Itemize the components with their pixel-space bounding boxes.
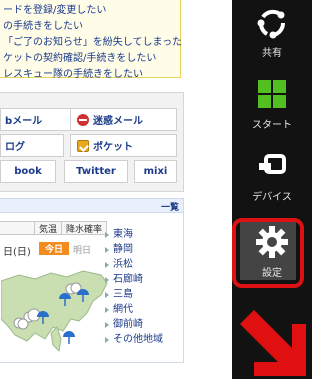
pocket-button[interactable]: ポケット: [70, 134, 177, 157]
share-icon: [252, 2, 292, 42]
weather-widget: 一覧 気温 降水確率 日(日) 今日 明日 東海 静岡 浜松 石廊崎 三島 網代…: [0, 198, 184, 363]
spam-mail-label: 迷惑メール: [93, 116, 143, 127]
today-button[interactable]: 今日: [39, 242, 69, 255]
izu-peninsula: [50, 326, 62, 353]
triangle-right-icon: [105, 291, 109, 298]
pocket-icon: [77, 139, 89, 152]
region-label: 東海: [113, 229, 133, 240]
region-link-shizuoka[interactable]: 静岡: [105, 242, 163, 257]
mixi-label: mixi: [143, 166, 168, 177]
weather-map[interactable]: [1, 261, 109, 357]
region-link-other[interactable]: その他地域: [105, 332, 163, 347]
notice-link-procedure[interactable]: の手続きをしたい: [3, 17, 83, 32]
mixi-button[interactable]: mixi: [134, 160, 177, 183]
triangle-right-icon: [105, 246, 109, 253]
share-charm[interactable]: 共有: [232, 2, 312, 74]
notice-link-pocket-contract[interactable]: ケットの契約確認/手続きをしたい: [3, 49, 156, 64]
region-label: 御前崎: [113, 319, 143, 330]
service-links-panel: bメール 迷惑メール ログ ポケット book Twitter mixi: [0, 92, 184, 192]
region-label: 静岡: [113, 244, 133, 255]
devices-icon: [252, 146, 292, 186]
notice-link-lost-notice[interactable]: 「ご了のお知らせ」を紛失してしまった: [3, 33, 182, 48]
settings-highlight-frame: [232, 218, 304, 288]
region-label: 石廊崎: [113, 274, 143, 285]
start-label: スタート: [252, 120, 292, 131]
twitter-button[interactable]: Twitter: [64, 160, 128, 183]
weather-list-link[interactable]: 一覧: [161, 200, 179, 213]
web-page: ードを登録/変更したい の手続きをしたい 「ご了のお知らせ」を紛失してしまった …: [0, 0, 232, 379]
region-label: その他地域: [113, 334, 163, 345]
region-link-ajiro[interactable]: 網代: [105, 302, 163, 317]
start-charm[interactable]: スタート: [232, 74, 312, 146]
umbrella-icon: [63, 331, 75, 344]
weather-header: 一覧: [0, 199, 183, 213]
no-entry-icon: [77, 113, 89, 126]
pocket-label: ポケット: [93, 142, 133, 153]
triangle-right-icon: [105, 336, 109, 343]
tab-precipitation[interactable]: 降水確率: [62, 221, 108, 235]
spam-mail-button[interactable]: 迷惑メール: [70, 108, 177, 131]
windows-logo-icon: [252, 74, 292, 114]
region-label: 浜松: [113, 259, 133, 270]
share-label: 共有: [262, 48, 282, 59]
triangle-right-icon: [105, 306, 109, 313]
notice-link-card[interactable]: ードを登録/変更したい: [3, 1, 106, 16]
facebook-button[interactable]: book: [0, 160, 56, 183]
devices-label: デバイス: [252, 192, 292, 203]
blog-label: ログ: [5, 142, 25, 153]
triangle-right-icon: [105, 276, 109, 283]
region-link-hamamatsu[interactable]: 浜松: [105, 257, 163, 272]
tab-temperature[interactable]: 気温: [35, 221, 63, 235]
region-link-tokai[interactable]: 東海: [105, 227, 163, 242]
region-link-mishima[interactable]: 三島: [105, 287, 163, 302]
cloud-icon: [13, 317, 29, 330]
arrow-pointer-icon: [240, 310, 306, 376]
triangle-right-icon: [105, 321, 109, 328]
notice-box: ードを登録/変更したい の手続きをしたい 「ご了のお知らせ」を紛失してしまった …: [0, 0, 182, 80]
twitter-label: Twitter: [76, 166, 116, 177]
devices-charm[interactable]: デバイス: [232, 146, 312, 218]
weather-region-list: 東海 静岡 浜松 石廊崎 三島 網代 御前崎 その他地域: [105, 227, 163, 347]
tomorrow-button[interactable]: 明日: [73, 243, 91, 256]
weather-date: 日(日): [3, 247, 31, 258]
blog-button[interactable]: ログ: [0, 134, 64, 157]
region-link-omaezaki[interactable]: 御前崎: [105, 317, 163, 332]
region-label: 網代: [113, 304, 133, 315]
webmail-label: bメール: [5, 116, 43, 127]
notice-link-rescue[interactable]: レスキュー隊の手続きをしたい: [3, 65, 143, 80]
region-label: 三島: [113, 289, 133, 300]
tab-blank[interactable]: [0, 221, 35, 235]
region-link-irozaki[interactable]: 石廊崎: [105, 272, 163, 287]
triangle-right-icon: [105, 231, 109, 238]
weather-tabs: 気温 降水確率: [0, 221, 108, 235]
triangle-right-icon: [105, 261, 109, 268]
facebook-label: book: [14, 166, 42, 177]
